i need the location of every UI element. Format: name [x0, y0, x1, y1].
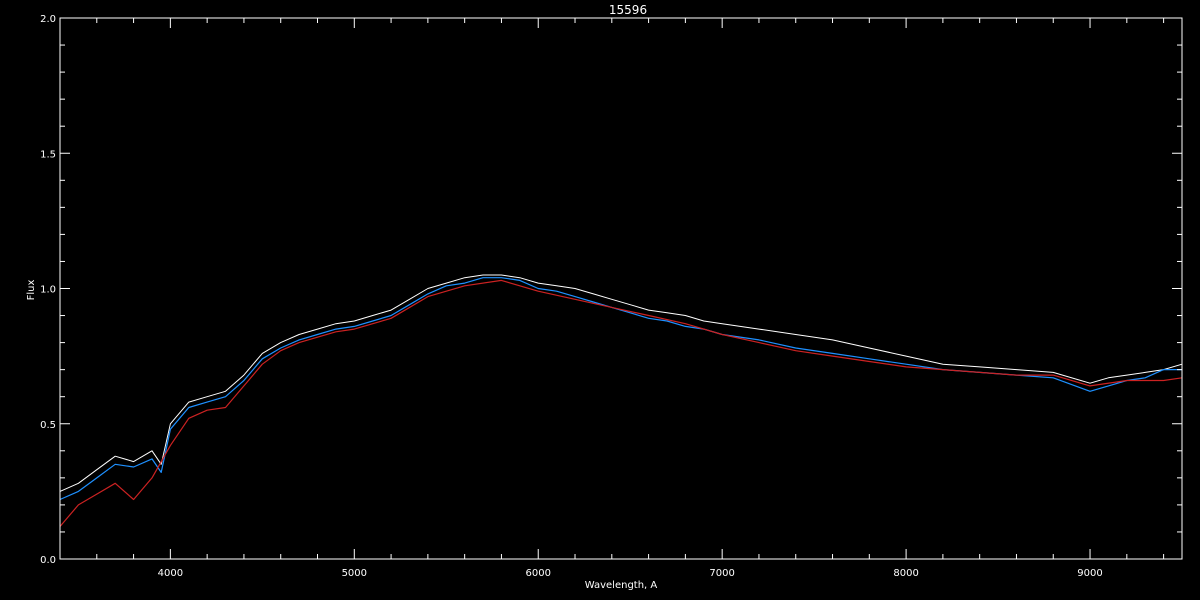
y-tick-label: 0.0 [40, 555, 56, 566]
spectrum-chart: 4000 5000 6000 7000 8000 9000 0.0 0.5 1.0 1.5 2.0 … [0, 0, 1200, 600]
x-tick-label: 7000 [709, 568, 734, 579]
chart-background [0, 0, 1200, 600]
x-tick-label: 5000 [342, 568, 367, 579]
x-tick-label: 8000 [893, 568, 918, 579]
y-tick-label: 1.5 [40, 149, 56, 160]
x-tick-label: 6000 [526, 568, 551, 579]
chart-title: 15596 [609, 3, 647, 17]
x-tick-label: 4000 [158, 568, 183, 579]
x-axis-label: Wavelength, A [585, 580, 658, 591]
y-tick-label: 1.0 [40, 285, 56, 296]
y-tick-label: 0.5 [40, 420, 56, 431]
y-axis-label: Flux [26, 280, 37, 301]
x-tick-label: 9000 [1077, 568, 1102, 579]
spectrum-plot-svg: 4000 5000 6000 7000 8000 90000.00.51.01.52.0 … [0, 0, 1200, 600]
y-tick-label: 2.0 [40, 14, 56, 25]
